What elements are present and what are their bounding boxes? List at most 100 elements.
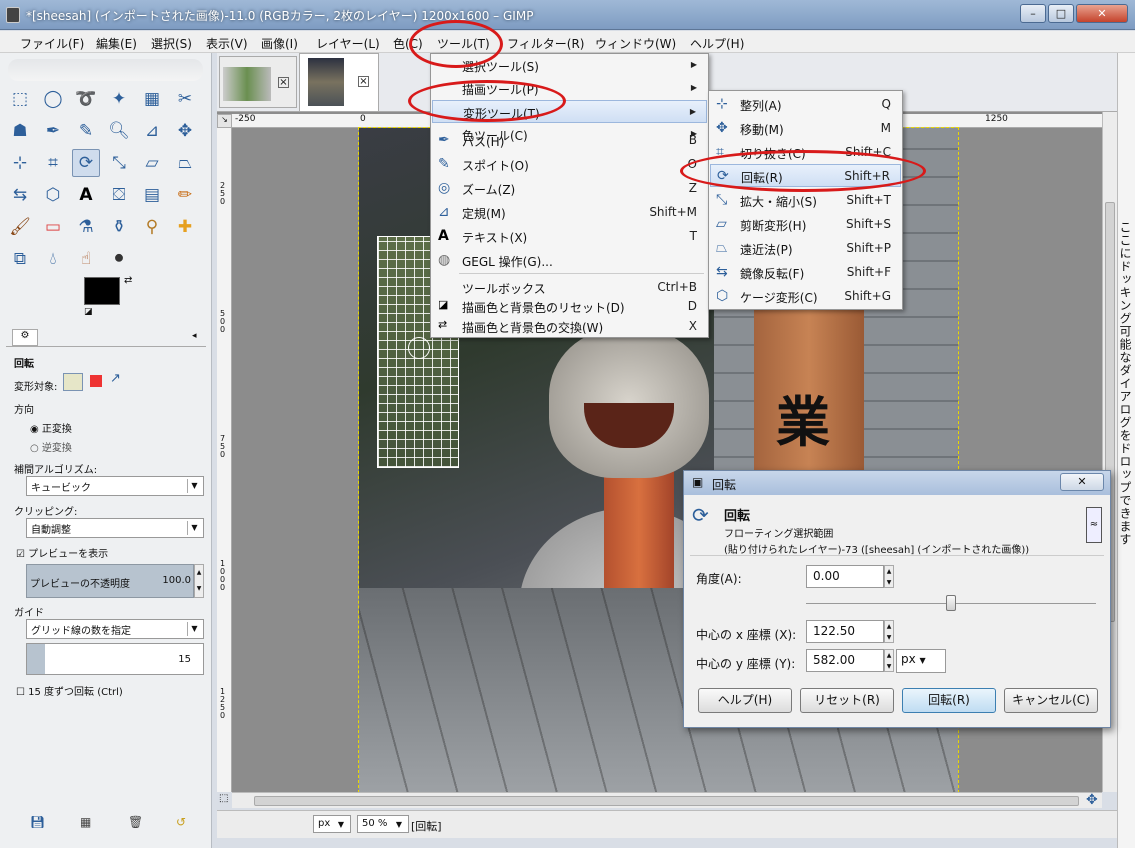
menu-item-gegl[interactable]: ◍ GEGL 操作(G)... bbox=[432, 249, 707, 272]
delete-options-icon[interactable]: 🗑︎ bbox=[128, 815, 143, 829]
clipping-select[interactable]: 自動調整 ▼ bbox=[26, 518, 204, 538]
align-tool-icon[interactable]: ⊹ bbox=[6, 149, 34, 177]
tool-options-tab-icon[interactable]: ⚙ bbox=[12, 329, 38, 346]
unit-select[interactable]: px ▼ bbox=[313, 815, 351, 833]
tab-close-icon[interactable]: × bbox=[278, 77, 289, 88]
airbrush-icon[interactable]: ⚗ bbox=[72, 213, 100, 241]
perspective-tool-icon[interactable]: ⏢ bbox=[171, 149, 199, 177]
save-options-icon[interactable]: 💾︎ bbox=[30, 815, 45, 829]
menu-filters[interactable]: フィルター(R) bbox=[507, 35, 584, 52]
rect-select-icon[interactable]: ⬚ bbox=[6, 85, 34, 113]
center-x-spin-arrows[interactable]: ▲ ▼ bbox=[884, 620, 894, 643]
center-unit-select[interactable]: px ▼ bbox=[896, 649, 946, 673]
bucket-fill-icon[interactable]: ⛋ bbox=[105, 181, 133, 209]
angle-input[interactable]: 0.00 bbox=[806, 565, 884, 588]
submenu-item-flip[interactable]: ⇆ 鏡像反転(F) Shift+F bbox=[710, 261, 901, 284]
submenu-item-perspective[interactable]: ⏢ 遠近法(P) Shift+P bbox=[710, 237, 901, 260]
paths-icon[interactable]: ✒ bbox=[39, 117, 67, 145]
reset-colors-icon[interactable]: ◪ bbox=[84, 307, 93, 317]
free-select-icon[interactable]: ➰ bbox=[72, 85, 100, 113]
zoom-tool-icon[interactable]: 🔍︎ bbox=[105, 117, 133, 145]
guide-select[interactable]: グリッド線の数を指定 ▼ bbox=[26, 619, 204, 639]
blend-tool-icon[interactable]: ▤ bbox=[138, 181, 166, 209]
horizontal-scrollbar[interactable] bbox=[232, 792, 1102, 808]
horizontal-scroll-thumb[interactable] bbox=[254, 796, 1079, 806]
smudge-icon[interactable]: ☝ bbox=[72, 245, 100, 273]
menu-item-color-picker[interactable]: ✎ スポイト(O) O bbox=[432, 153, 707, 176]
menu-help[interactable]: ヘルプ(H) bbox=[690, 35, 744, 52]
angle-spin-arrows[interactable]: ▲ ▼ bbox=[884, 565, 894, 588]
help-button[interactable]: ヘルプ(H) bbox=[698, 688, 792, 713]
flip-tool-icon[interactable]: ⇆ bbox=[6, 181, 34, 209]
preview-checkbox[interactable]: ☑ プレビューを表示 bbox=[16, 545, 108, 560]
angle-slider-thumb[interactable] bbox=[946, 595, 956, 611]
color-select-icon[interactable]: ▦ bbox=[138, 85, 166, 113]
perspective-clone-icon[interactable]: ⧉ bbox=[6, 245, 34, 273]
center-y-input[interactable]: 582.00 bbox=[806, 649, 884, 672]
menu-item-swap-colors[interactable]: ⇄ 描画色と背景色の交換(W) X bbox=[432, 315, 707, 338]
clone-icon[interactable]: ⚲ bbox=[138, 213, 166, 241]
interpolation-select[interactable]: キュービック ▼ bbox=[26, 476, 204, 496]
fuzzy-select-icon[interactable]: ✦ bbox=[105, 85, 133, 113]
menu-item-text[interactable]: A テキスト(X) T bbox=[432, 225, 707, 248]
submenu-item-shear[interactable]: ▱ 剪断変形(H) Shift+S bbox=[710, 213, 901, 236]
eraser-icon[interactable]: ▭ bbox=[39, 213, 67, 241]
menu-layer[interactable]: レイヤー(L) bbox=[316, 35, 380, 52]
color-picker-icon[interactable]: ✎ bbox=[72, 117, 100, 145]
maximize-button[interactable]: □ bbox=[1048, 4, 1074, 23]
menu-view[interactable]: 表示(V) bbox=[206, 35, 248, 52]
foreground-color-swatch[interactable] bbox=[84, 277, 120, 305]
transform-path-icon[interactable]: ↗ bbox=[110, 371, 121, 386]
reset-button[interactable]: リセット(R) bbox=[800, 688, 894, 713]
blur-icon[interactable]: 💧︎ bbox=[39, 245, 67, 273]
tab-close-icon[interactable]: × bbox=[358, 76, 369, 87]
center-x-input[interactable]: 122.50 bbox=[806, 620, 884, 643]
opacity-spin-arrows[interactable]: ▲ ▼ bbox=[194, 564, 204, 598]
swap-colors-icon[interactable]: ⇄ bbox=[124, 275, 132, 286]
radio-corrective[interactable]: ○ 逆変換 bbox=[30, 439, 72, 454]
rotate-tool-icon[interactable]: ⟳ bbox=[72, 149, 100, 177]
quick-mask-corner[interactable]: ↘ bbox=[217, 114, 232, 128]
menu-edit[interactable]: 編集(E) bbox=[96, 35, 137, 52]
menu-item-measure[interactable]: ⊿ 定規(M) Shift+M bbox=[432, 201, 707, 224]
tab-menu-icon[interactable]: ◂ bbox=[192, 331, 197, 341]
heal-icon[interactable]: ✚ bbox=[171, 213, 199, 241]
navigate-icon[interactable]: ✥ bbox=[1086, 792, 1098, 808]
rotation-center-handle[interactable] bbox=[408, 337, 430, 359]
menu-select[interactable]: 選択(S) bbox=[151, 35, 192, 52]
zoom-toggle-icon[interactable]: ⬚ bbox=[219, 793, 228, 804]
minimize-button[interactable]: – bbox=[1020, 4, 1046, 23]
menu-file[interactable]: ファイル(F) bbox=[20, 35, 84, 52]
radio-normal[interactable]: ◉ 正変換 bbox=[30, 420, 72, 435]
paintbrush-icon[interactable]: 🖌︎ bbox=[6, 213, 34, 241]
scissors-icon[interactable]: ✂ bbox=[171, 85, 199, 113]
shear-tool-icon[interactable]: ▱ bbox=[138, 149, 166, 177]
menu-windows[interactable]: ウィンドウ(W) bbox=[595, 35, 676, 52]
restore-options-icon[interactable]: ▦ bbox=[80, 815, 91, 829]
menu-image[interactable]: 画像(I) bbox=[261, 35, 298, 52]
snap-15-checkbox[interactable]: ☐ 15 度ずつ回転 (Ctrl) bbox=[16, 683, 123, 698]
transform-layer-icon[interactable] bbox=[63, 373, 83, 391]
center-y-spin-arrows[interactable]: ▲ ▼ bbox=[884, 649, 894, 672]
grid-count-slider[interactable]: 15 bbox=[26, 643, 204, 675]
scale-tool-icon[interactable]: ⤡ bbox=[105, 149, 133, 177]
crop-tool-icon[interactable]: ⌗ bbox=[39, 149, 67, 177]
image-tab-2[interactable]: × bbox=[299, 53, 379, 111]
submenu-item-scale[interactable]: ⤡ 拡大・縮小(S) Shift+T bbox=[710, 189, 901, 212]
pencil-icon[interactable]: ✏ bbox=[171, 181, 199, 209]
menu-item-zoom[interactable]: ◎ ズーム(Z) Z bbox=[432, 177, 707, 200]
close-button[interactable]: ✕ bbox=[1076, 4, 1128, 23]
image-tab-1[interactable]: × bbox=[219, 56, 297, 108]
zoom-select[interactable]: 50 % ▼ bbox=[357, 815, 409, 833]
ink-icon[interactable]: ⚱ bbox=[105, 213, 133, 241]
reset-options-icon[interactable]: ↺ bbox=[176, 815, 186, 829]
dialog-close-button[interactable]: ✕ bbox=[1060, 473, 1104, 491]
cage-tool-icon[interactable]: ⬡ bbox=[39, 181, 67, 209]
move-tool-icon[interactable]: ✥ bbox=[171, 117, 199, 145]
opacity-slider[interactable]: プレビューの不透明度 100.0 bbox=[26, 564, 194, 598]
ellipse-select-icon[interactable]: ◯ bbox=[39, 85, 67, 113]
text-tool-icon[interactable]: A bbox=[72, 181, 100, 209]
dodge-burn-icon[interactable]: ⚫ bbox=[105, 245, 133, 273]
measure-icon[interactable]: ⊿ bbox=[138, 117, 166, 145]
submenu-item-align[interactable]: ⊹ 整列(A) Q bbox=[710, 93, 901, 116]
